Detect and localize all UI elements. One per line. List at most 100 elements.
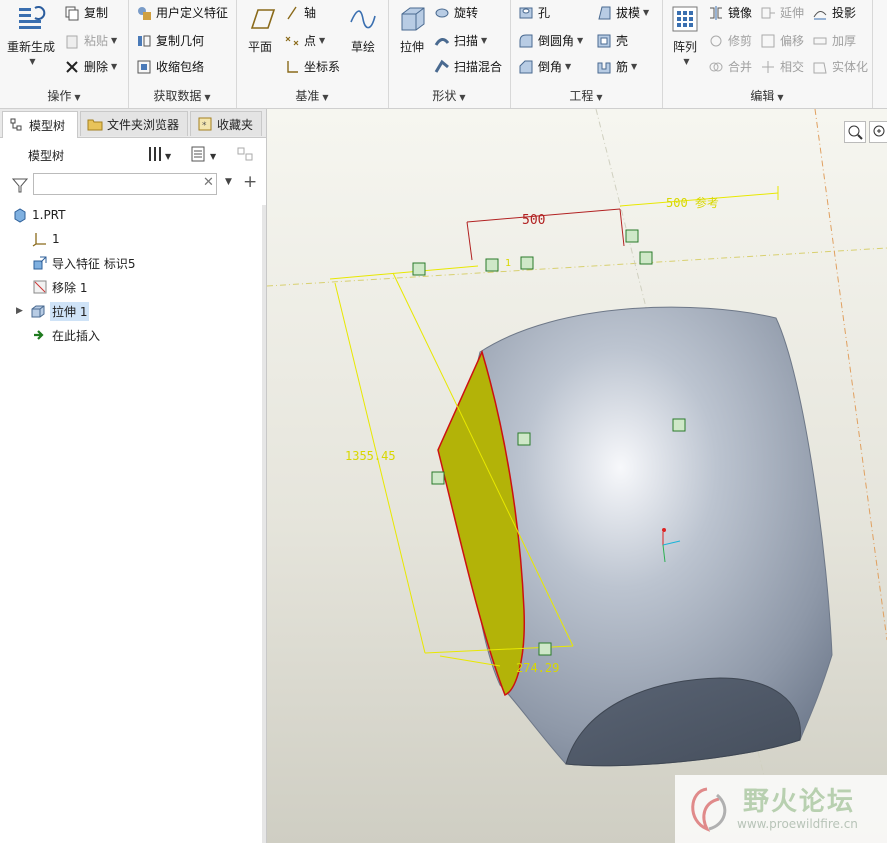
revolve-icon: [434, 5, 450, 21]
tab-model-tree[interactable]: 模型树: [2, 111, 78, 138]
sweep-icon: [434, 33, 450, 49]
model-tree-header: 模型树 ▼ ▼: [0, 139, 266, 169]
expand-arrow-icon[interactable]: ▶: [16, 306, 30, 316]
left-panel: 模型树 文件夹浏览器 * 收藏夹 模型树 ▼ ▼ ✕ ▼ + 1.PRT 1 导…: [0, 109, 267, 843]
copy-geometry-icon: [136, 33, 152, 49]
filter-funnel-icon[interactable]: [11, 177, 29, 196]
swept-blend-button[interactable]: 扫描混合: [434, 58, 502, 75]
tab-folder-browser[interactable]: 文件夹浏览器: [80, 111, 188, 136]
dim-ref-text: 500 参考: [666, 195, 719, 210]
forum-logo-icon: [691, 787, 727, 832]
datum-axis-orange: [814, 109, 887, 641]
delete-x-icon: [64, 59, 80, 75]
tree-node-remove[interactable]: 移除 1: [32, 277, 87, 297]
add-filter-icon[interactable]: +: [243, 172, 257, 192]
delete-button[interactable]: 删除 ▼: [64, 58, 117, 75]
round-icon: [518, 33, 534, 49]
group-engineering-label[interactable]: 工程 ▼: [510, 87, 662, 104]
group-shapes: 拉伸 旋转 扫描 ▼ 扫描混合 形状 ▼: [388, 0, 511, 108]
tree-node-csys[interactable]: 1: [32, 229, 60, 249]
zoom-in-button[interactable]: [869, 121, 887, 143]
regenerate-button[interactable]: 重新生成 ▼: [4, 4, 58, 66]
solidify-icon: [812, 59, 828, 75]
group-editing-label[interactable]: 编辑 ▼: [662, 87, 872, 104]
mirror-icon: [708, 5, 724, 21]
group-datum-label[interactable]: 基准 ▼: [236, 87, 388, 104]
intersect-icon: [760, 59, 776, 75]
import-feature-icon: [32, 255, 48, 271]
group-engineering: 孔 倒圆角 ▼ 倒角 ▼ 拔模 ▼ 壳 筋 ▼ 工程 ▼: [510, 0, 663, 108]
solidify-button[interactable]: 实体化: [812, 58, 868, 75]
chamfer-button[interactable]: 倒角 ▼: [518, 58, 571, 75]
mirror-button[interactable]: 镜像: [708, 4, 752, 21]
trim-button[interactable]: 修剪: [708, 32, 752, 49]
sweep-button[interactable]: 扫描 ▼: [434, 32, 487, 49]
datum-axis-button[interactable]: 轴: [284, 4, 316, 21]
copy-geometry-button[interactable]: 复制几何: [136, 32, 204, 49]
merge-icon: [708, 59, 724, 75]
shrinkwrap-button[interactable]: 收缩包络: [136, 58, 204, 75]
tree-scrollbar[interactable]: [262, 205, 266, 843]
datum-plane-button[interactable]: 平面: [240, 4, 280, 55]
csys-icon: [284, 59, 300, 75]
shell-button[interactable]: 壳: [596, 32, 628, 49]
intersect-button[interactable]: 相交: [760, 58, 804, 75]
draft-button[interactable]: 拔模 ▼: [596, 4, 649, 21]
hole-button[interactable]: 孔: [518, 4, 550, 21]
extrude-button[interactable]: 拉伸: [392, 4, 432, 55]
sketch-button[interactable]: 草绘: [342, 4, 384, 55]
tree-settings-icon[interactable]: ▼: [148, 145, 174, 166]
trim-icon: [708, 33, 724, 49]
csys-button[interactable]: 坐标系: [284, 58, 340, 75]
tree-node-insert-here[interactable]: 在此插入: [32, 325, 100, 345]
project-button[interactable]: 投影: [812, 4, 856, 21]
tree-display-icon[interactable]: ▼: [190, 145, 220, 166]
shrinkwrap-icon: [136, 59, 152, 75]
tree-node-part[interactable]: 1.PRT: [12, 205, 65, 225]
datum-point-button[interactable]: 点 ▼: [284, 32, 325, 49]
thicken-button[interactable]: 加厚: [812, 32, 856, 49]
panel-tabs: 模型树 文件夹浏览器 * 收藏夹: [0, 109, 266, 138]
group-operations-label[interactable]: 操作 ▼: [0, 87, 128, 104]
extend-button[interactable]: 延伸: [760, 4, 804, 21]
folder-icon: [87, 116, 103, 132]
graphics-viewport[interactable]: 500 500 参考 1355.45 274.29 1 野火论坛 www.pro…: [267, 109, 887, 843]
point-icon: [284, 33, 300, 49]
copy-button[interactable]: 复制: [64, 4, 108, 21]
regenerate-icon: [15, 4, 47, 34]
tab-favorites[interactable]: * 收藏夹: [190, 111, 262, 136]
offset-button[interactable]: 偏移: [760, 32, 804, 49]
tree-node-extrude[interactable]: ▶ 拉伸 1: [16, 301, 90, 321]
merge-button[interactable]: 合并: [708, 58, 752, 75]
svg-text:▼: ▼: [210, 152, 217, 161]
rib-button[interactable]: 筋 ▼: [596, 58, 637, 75]
paste-icon: [64, 33, 80, 49]
group-datum: 平面 轴 点 ▼ 坐标系 草绘 基准 ▼: [236, 0, 389, 108]
filter-dropdown-icon[interactable]: ▼: [225, 177, 232, 187]
round-button[interactable]: 倒圆角 ▼: [518, 32, 583, 49]
model-tree-title: 模型树: [28, 149, 65, 163]
ribbon: 重新生成 ▼ 复制 粘贴 ▼ 删除 ▼ 操作 ▼ 用户定义特征 复制几何 收缩包络: [0, 0, 887, 109]
dim-bottom-text: 274.29: [516, 661, 559, 675]
revolve-button[interactable]: 旋转: [434, 4, 478, 21]
axis-icon: [284, 5, 300, 21]
project-icon: [812, 5, 828, 21]
group-shapes-label[interactable]: 形状 ▼: [388, 87, 510, 104]
paste-button[interactable]: 粘贴 ▼: [64, 32, 117, 49]
model-canvas[interactable]: 500 500 参考 1355.45 274.29 1: [267, 109, 887, 843]
tree-search-input[interactable]: [33, 173, 217, 195]
part-icon: [12, 207, 28, 223]
extrude-icon: [30, 303, 46, 319]
udf-button[interactable]: 用户定义特征: [136, 4, 228, 21]
clear-search-icon[interactable]: ✕: [203, 175, 214, 190]
tree-columns-icon[interactable]: [236, 145, 258, 166]
tree-node-import-feature[interactable]: 导入特征 标识5: [32, 253, 135, 273]
group-get-data-label[interactable]: 获取数据 ▼: [128, 87, 236, 104]
zoom-fit-button[interactable]: [844, 121, 866, 143]
favorites-icon: *: [197, 116, 213, 132]
filter-row: ✕ ▼ +: [0, 171, 266, 201]
svg-text:*: *: [202, 121, 207, 131]
pattern-button[interactable]: 阵列 ▼: [666, 4, 704, 66]
rib-icon: [596, 59, 612, 75]
offset-icon: [760, 33, 776, 49]
